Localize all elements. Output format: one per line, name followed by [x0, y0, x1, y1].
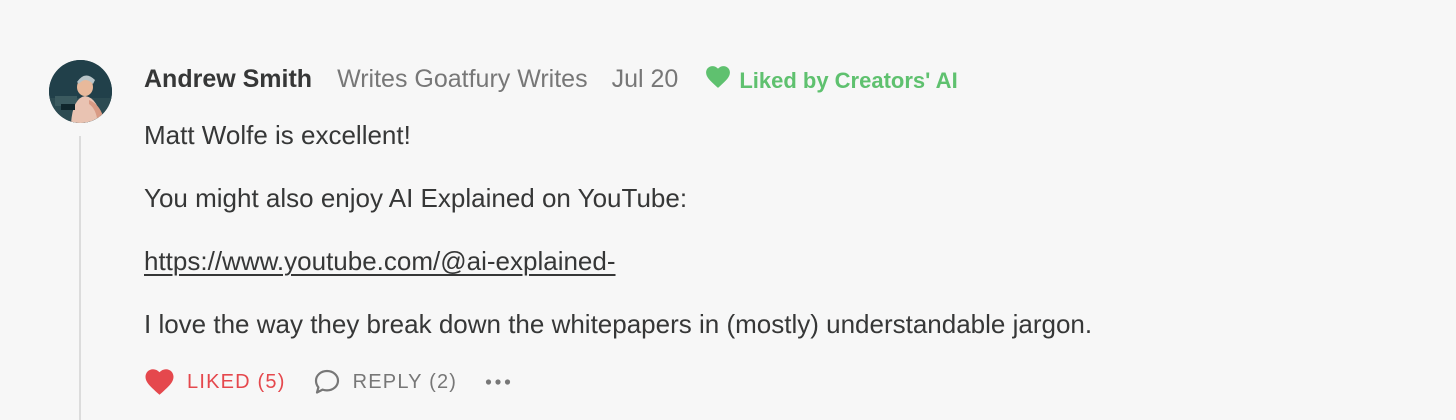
heart-icon: [145, 369, 174, 395]
reply-button[interactable]: REPLY (2): [313, 368, 458, 396]
speech-bubble-icon: [314, 369, 339, 394]
ellipsis-icon: [486, 379, 511, 385]
comment-actions: LIKED (5) REPLY (2): [144, 362, 511, 402]
comment-body: Matt Wolfe is excellent! You might also …: [144, 112, 1434, 364]
like-button[interactable]: LIKED (5): [144, 368, 286, 396]
liked-by-label: Liked by Creators' AI: [739, 68, 958, 93]
heart-icon: [706, 66, 731, 88]
comment-paragraph: I love the way they break down the white…: [144, 309, 1093, 339]
comment-link-paragraph: https://www.youtube.com/@ai-explained-: [144, 238, 1434, 284]
reply-label: REPLY (2): [352, 370, 458, 393]
liked-by-badge: Liked by Creators' AI: [705, 66, 958, 94]
comment-paragraph: You might also enjoy AI Explained on You…: [144, 183, 688, 213]
comment: Andrew Smith Writes Goatfury Writes Jul …: [0, 0, 1456, 420]
avatar-image: [49, 60, 112, 123]
comment-paragraph: Matt Wolfe is excellent!: [144, 120, 411, 150]
avatar[interactable]: [49, 60, 112, 123]
youtube-link[interactable]: https://www.youtube.com/@ai-explained-: [144, 246, 616, 276]
like-label: LIKED (5): [187, 370, 286, 393]
author-name[interactable]: Andrew Smith: [144, 65, 312, 94]
more-options-button[interactable]: [485, 362, 511, 402]
author-publication[interactable]: Writes Goatfury Writes: [337, 65, 588, 94]
comment-header: Andrew Smith Writes Goatfury Writes Jul …: [144, 60, 958, 98]
comment-date[interactable]: Jul 20: [612, 65, 679, 94]
thread-line[interactable]: [79, 136, 81, 420]
